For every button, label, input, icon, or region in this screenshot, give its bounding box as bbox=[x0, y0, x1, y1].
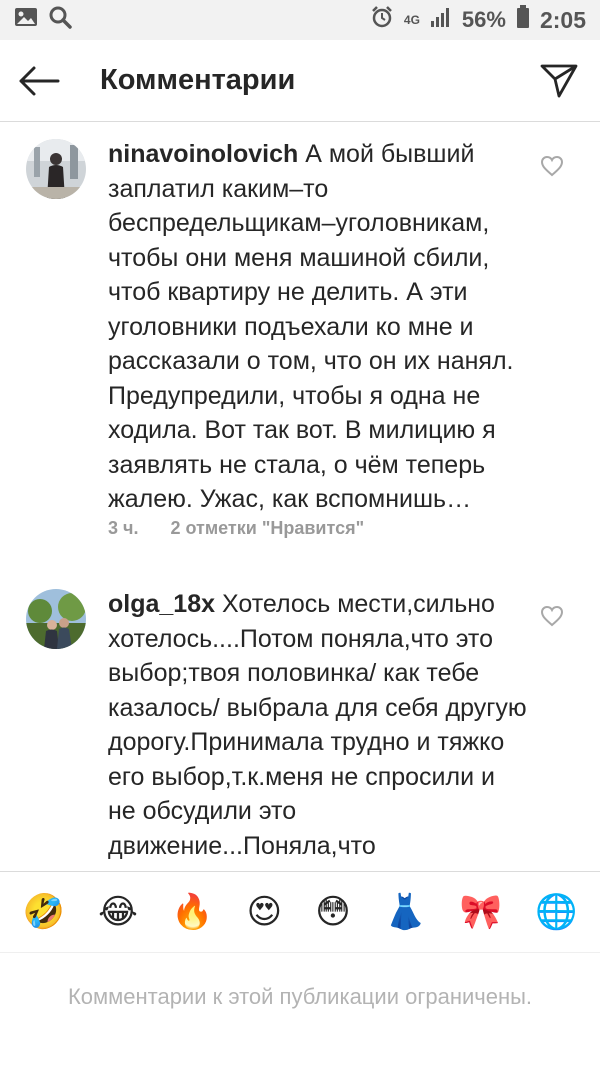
share-button[interactable] bbox=[536, 58, 582, 104]
comments-restricted-notice: Комментарии к этой публикации ограничены… bbox=[67, 984, 533, 1009]
clock: 2:05 bbox=[539, 6, 586, 33]
alarm-icon bbox=[370, 5, 394, 35]
heart-icon bbox=[540, 605, 564, 627]
tears-of-joy-emoji-icon[interactable]: 😂 bbox=[98, 892, 138, 932]
avatar[interactable] bbox=[26, 589, 86, 649]
avatar[interactable] bbox=[26, 139, 86, 199]
page-title: Комментарии bbox=[100, 64, 296, 96]
rofl-emoji-icon[interactable]: 🤣 bbox=[23, 892, 65, 932]
status-bar: 4G 56% 2:05 bbox=[0, 0, 600, 40]
signal-icon bbox=[430, 6, 452, 34]
comments-list[interactable]: ninavoinolovich А мой бывший заплатил ка… bbox=[0, 123, 600, 871]
dress-emoji-icon[interactable]: 👗 bbox=[384, 892, 426, 932]
comment-meta: 3 ч. 2 отметки "Нравится" bbox=[108, 518, 364, 539]
flushed-emoji-icon[interactable]: 😳 bbox=[315, 892, 350, 932]
emoji-bar: 🤣 😂 🔥 😍 😳 👗 🎀 🌐 bbox=[0, 871, 600, 953]
comment-body: Хотелось мести,сильно хотелось....Потом … bbox=[108, 590, 527, 860]
arrow-left-icon bbox=[19, 66, 60, 96]
likes-count[interactable]: 2 отметки "Нравится" bbox=[170, 518, 364, 539]
comment-time: 3 ч. bbox=[108, 518, 139, 538]
ribbon-emoji-icon[interactable]: 🎀 bbox=[459, 892, 501, 932]
fire-emoji-icon[interactable]: 🔥 bbox=[171, 892, 213, 932]
network-type: 4G bbox=[403, 13, 420, 27]
search-icon bbox=[48, 5, 72, 35]
comment-item: olga_18x Хотелось мести,сильно хотелось.… bbox=[0, 587, 600, 871]
heart-eyes-emoji-icon[interactable]: 😍 bbox=[247, 892, 282, 932]
comment-username[interactable]: ninavoinolovich bbox=[108, 140, 298, 168]
comment-body: А мой бывший заплатил каким–то беспредел… bbox=[108, 140, 514, 513]
comment-item: ninavoinolovich А мой бывший заплатил ка… bbox=[0, 137, 600, 577]
comment-text: ninavoinolovich А мой бывший заплатил ка… bbox=[108, 137, 528, 517]
comment-username[interactable]: olga_18x bbox=[108, 590, 215, 618]
app-bar: Комментарии bbox=[0, 40, 600, 122]
like-button[interactable] bbox=[540, 155, 566, 181]
battery-icon bbox=[516, 5, 530, 35]
comment-text: olga_18x Хотелось мести,сильно хотелось.… bbox=[108, 587, 528, 863]
image-icon bbox=[14, 6, 38, 34]
battery-percent: 56% bbox=[461, 7, 506, 32]
back-button[interactable] bbox=[16, 58, 62, 104]
paper-plane-icon bbox=[540, 64, 578, 98]
like-button[interactable] bbox=[540, 605, 566, 631]
globe-emoji-icon[interactable]: 🌐 bbox=[535, 892, 577, 932]
heart-icon bbox=[540, 155, 564, 177]
